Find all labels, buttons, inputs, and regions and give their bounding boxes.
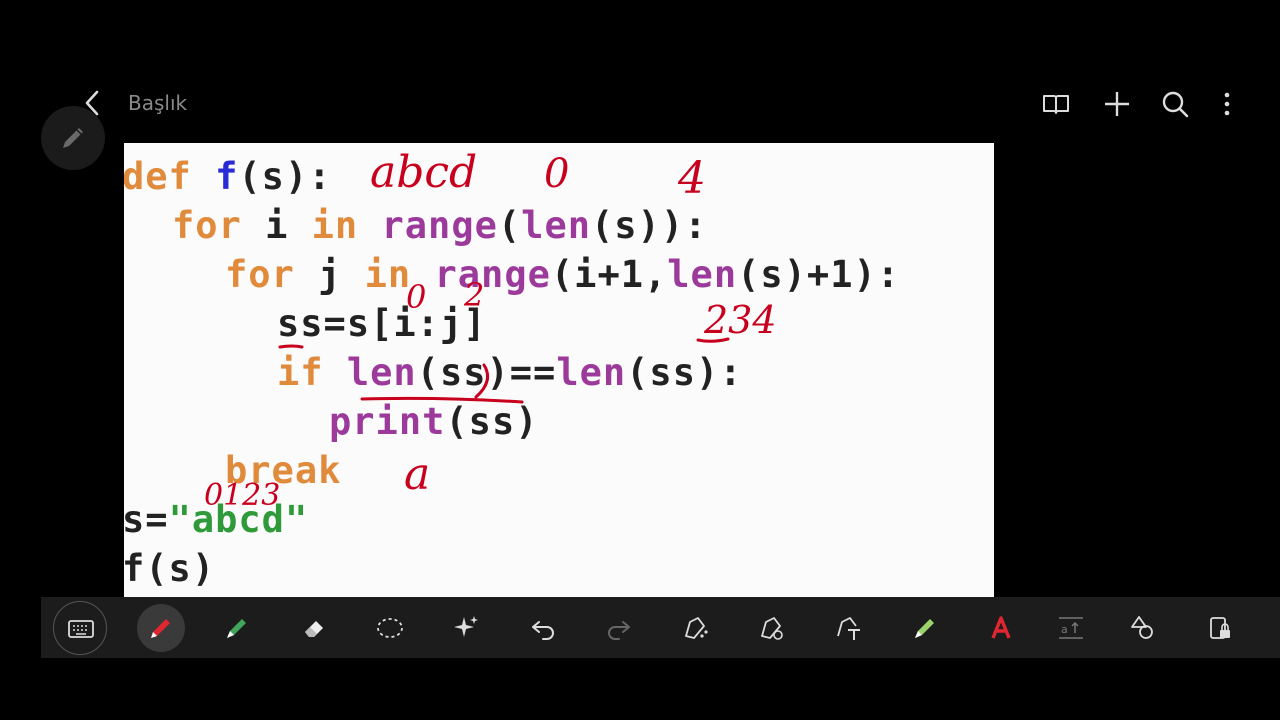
- pencil-icon: [63, 128, 83, 148]
- pen-icon[interactable]: [137, 604, 185, 652]
- annotation-abcd: abcd: [370, 147, 477, 198]
- code-line-9: f(s): [124, 547, 216, 590]
- annotation-zero: 0: [544, 151, 569, 197]
- top-bar: Başlık: [0, 82, 1280, 126]
- keyboard-icon[interactable]: [53, 601, 107, 655]
- lock-icon[interactable]: [1196, 604, 1244, 652]
- code-line-1: def f(s):: [124, 155, 332, 198]
- floating-pen-button[interactable]: [41, 106, 105, 170]
- text-color-icon[interactable]: [977, 604, 1025, 652]
- bottom-toolbar: a: [41, 597, 1280, 658]
- text-spacing-icon[interactable]: a: [1047, 604, 1095, 652]
- eraser-icon[interactable]: [290, 604, 338, 652]
- code-line-4: ss=s[i:j]: [277, 302, 487, 345]
- pen-settings-icon[interactable]: [672, 604, 720, 652]
- note-title[interactable]: Başlık: [128, 91, 187, 115]
- svg-text:a: a: [1061, 623, 1068, 636]
- redo-icon[interactable]: [595, 604, 643, 652]
- shapes-icon[interactable]: [1118, 604, 1166, 652]
- note-page[interactable]: def f(s): for i in range(len(s)): for j …: [124, 143, 994, 597]
- underline-numbers: [696, 337, 730, 343]
- underline-if: [278, 344, 304, 349]
- highlighter-color-icon[interactable]: [901, 604, 949, 652]
- text-pen-icon[interactable]: [824, 604, 872, 652]
- search-icon[interactable]: [1159, 88, 1191, 120]
- ai-sparkle-icon[interactable]: [442, 604, 490, 652]
- annotation-numbers: 234: [703, 298, 777, 342]
- code-line-2: for i in range(len(s)):: [172, 204, 708, 247]
- undo-icon[interactable]: [519, 604, 567, 652]
- code-line-5: if len(ss)==len(ss):: [277, 351, 743, 394]
- book-view-icon[interactable]: [1040, 88, 1072, 120]
- code-line-8: s="abcd": [124, 498, 309, 541]
- lasso-icon[interactable]: [366, 604, 414, 652]
- code-line-6: print(ss): [329, 400, 539, 443]
- code-line-3: for j in range(i+1,len(s)+1):: [225, 253, 901, 296]
- annotation-four: 4: [677, 153, 706, 204]
- pen-settings-2-icon[interactable]: [748, 604, 796, 652]
- add-icon[interactable]: [1101, 88, 1133, 120]
- more-vertical-icon[interactable]: [1211, 88, 1243, 120]
- code-line-7: break: [225, 449, 342, 492]
- highlighter-icon[interactable]: [213, 604, 261, 652]
- annotation-a: a: [404, 449, 430, 500]
